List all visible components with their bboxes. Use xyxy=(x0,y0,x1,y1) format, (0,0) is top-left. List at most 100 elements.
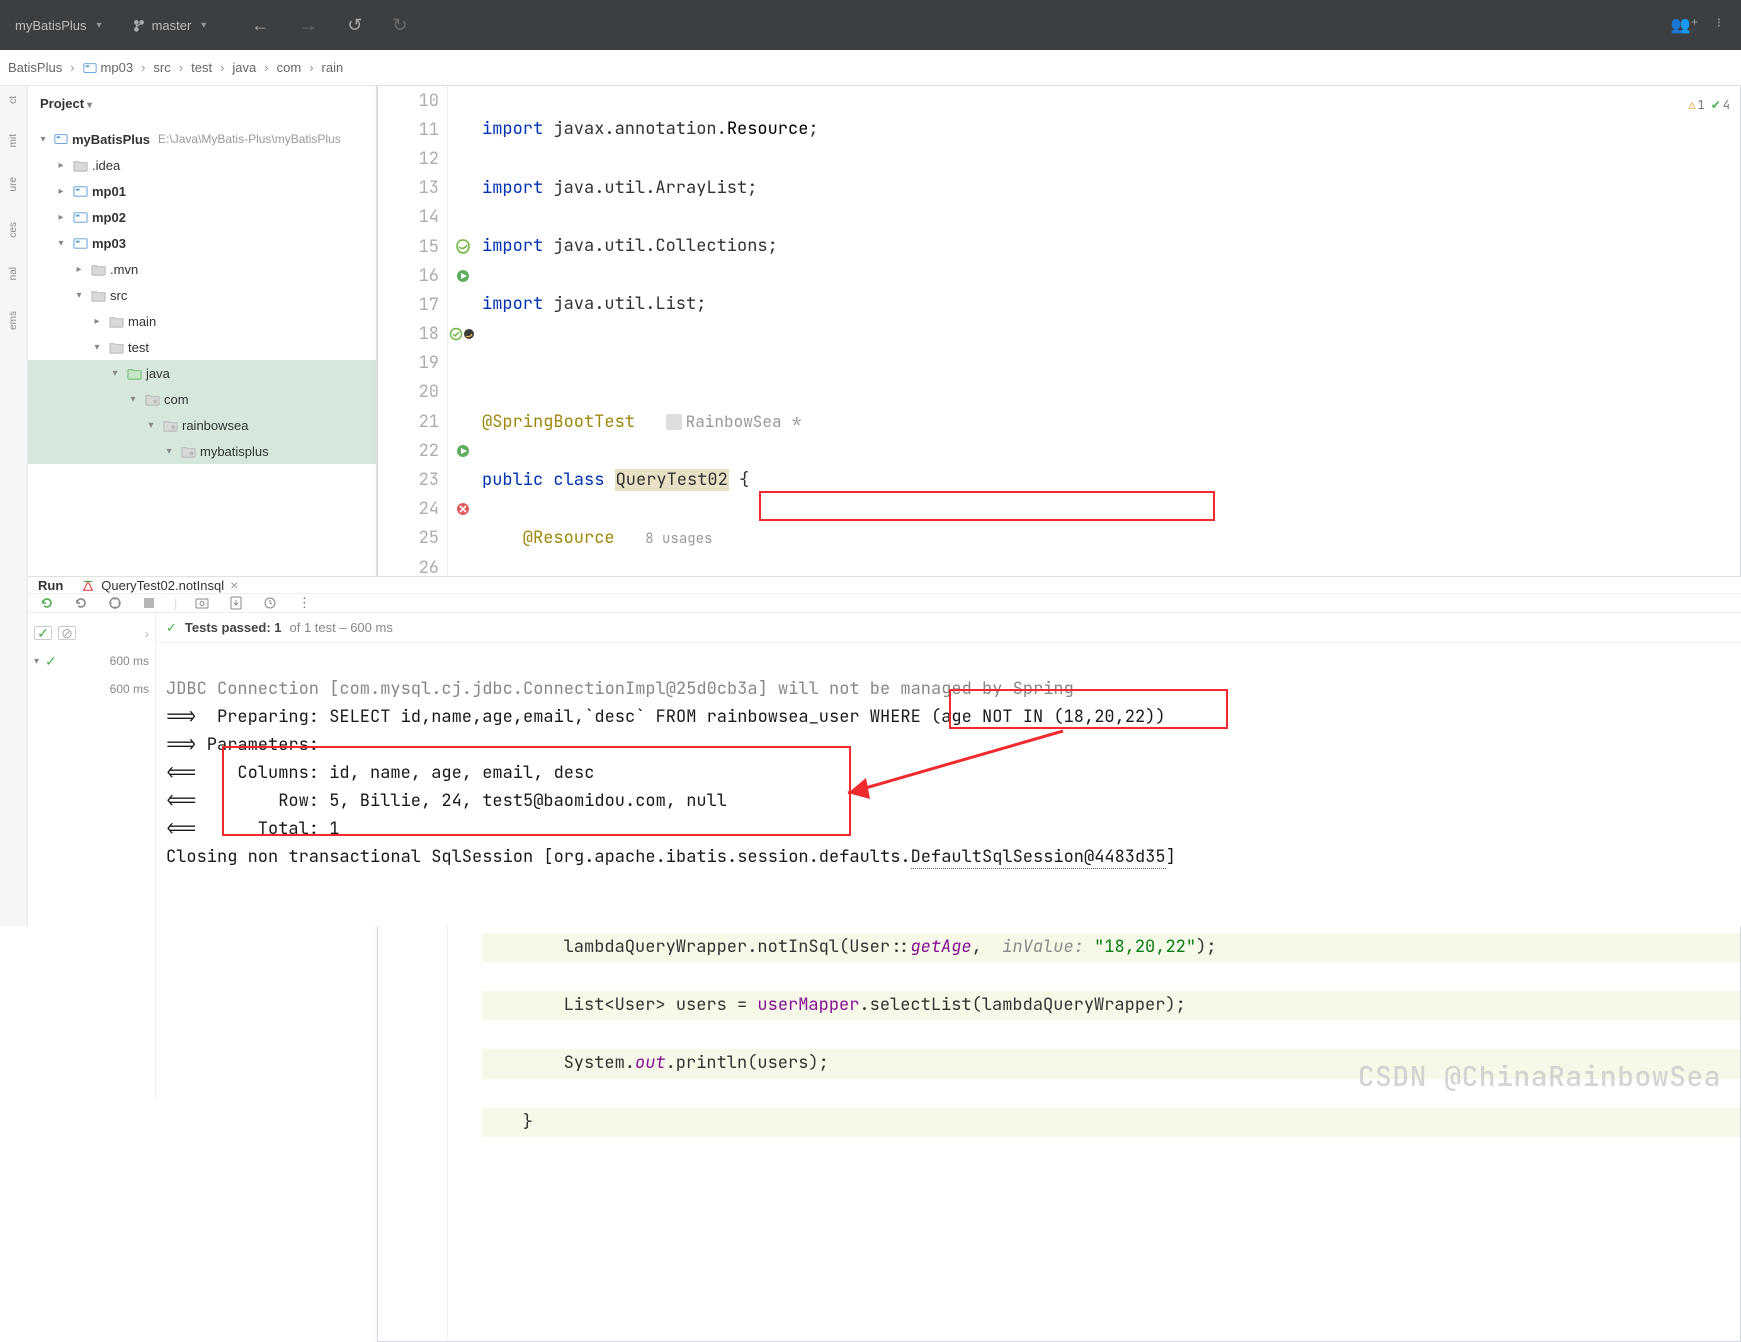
tool-problems[interactable]: ems xyxy=(8,311,19,330)
line-number[interactable]: 16 xyxy=(378,261,447,290)
close-icon[interactable]: × xyxy=(230,577,238,593)
test-result-row[interactable]: 600 ms xyxy=(34,675,149,703)
line-number[interactable]: 10 xyxy=(378,86,447,115)
module-icon xyxy=(83,61,97,75)
line-number[interactable]: 17 xyxy=(378,290,447,319)
export-button[interactable] xyxy=(227,594,245,612)
watermark: CSDN @ChinaRainbowSea xyxy=(1358,1063,1721,1091)
tree-node[interactable]: com xyxy=(28,386,376,412)
gutter-icon-slot xyxy=(448,203,478,232)
pkg-icon xyxy=(144,391,160,407)
folder-icon xyxy=(108,313,124,329)
tool-project[interactable]: ct xyxy=(8,96,19,104)
breadcrumb-item[interactable]: rain xyxy=(322,60,344,75)
console-line: JDBC Connection [com.mysql.cj.jdbc.Conne… xyxy=(166,678,1074,700)
tool-services[interactable]: ces xyxy=(8,222,19,238)
test-result-row[interactable]: ▾✓600 ms xyxy=(34,647,149,675)
breadcrumb-item[interactable]: java xyxy=(232,60,256,75)
tree-node[interactable]: rainbowsea xyxy=(28,412,376,438)
forward-button[interactable]: → xyxy=(299,15,317,36)
breadcrumb-item[interactable]: com xyxy=(277,60,302,75)
tree-node[interactable]: test xyxy=(28,334,376,360)
gutter-icon-slot xyxy=(448,465,478,494)
tool-commit[interactable]: mit xyxy=(8,134,19,147)
console-output[interactable]: JDBC Connection [com.mysql.cj.jdbc.Conne… xyxy=(156,643,1741,1099)
show-ignored-toggle[interactable]: ⊘ xyxy=(58,626,76,640)
tree-node[interactable]: main xyxy=(28,308,376,334)
project-pane-header[interactable]: Project xyxy=(28,86,376,122)
show-passed-toggle[interactable]: ✓ xyxy=(34,626,52,640)
module-icon xyxy=(72,235,88,251)
screenshot-button[interactable] xyxy=(193,594,211,612)
line-number[interactable]: 13 xyxy=(378,174,447,203)
tree-node[interactable]: mybatisplus xyxy=(28,438,376,464)
line-number[interactable]: 12 xyxy=(378,144,447,173)
line-number[interactable]: 22 xyxy=(378,436,447,465)
title-bar: myBatisPlus master ← → ↺ ↻ 👥⁺ ⁝ xyxy=(0,0,1741,50)
run-tab[interactable]: Run xyxy=(38,578,63,593)
undo-button[interactable]: ↺ xyxy=(347,15,362,36)
line-number[interactable]: 18 xyxy=(378,320,447,349)
tree-root[interactable]: myBatisPlus E:\Java\MyBatis-Plus\myBatis… xyxy=(28,126,376,152)
branch-selector[interactable]: master xyxy=(132,18,207,33)
run-tool-window: Run QueryTest02.notInsql × | ⋮ ✓ ⊘ xyxy=(28,576,1741,926)
line-number[interactable]: 11 xyxy=(378,115,447,144)
stop-button[interactable] xyxy=(140,594,158,612)
line-number[interactable]: 24 xyxy=(378,495,447,524)
breadcrumb-item[interactable]: BatisPlus xyxy=(8,60,62,75)
line-number[interactable]: 19 xyxy=(378,349,447,378)
gutter-icon-slot[interactable] xyxy=(448,232,478,261)
toggle-auto-button[interactable] xyxy=(106,594,124,612)
avatar-icon xyxy=(666,414,682,430)
collaborate-icon[interactable]: 👥⁺ xyxy=(1670,15,1698,35)
tool-structure[interactable]: ure xyxy=(8,177,19,191)
redo-button[interactable]: ↻ xyxy=(392,15,407,36)
line-number[interactable]: 25 xyxy=(378,524,447,553)
nav-buttons: ← → ↺ ↻ xyxy=(251,15,407,36)
gutter-icon-slot xyxy=(448,144,478,173)
rerun-failed-button[interactable] xyxy=(72,594,90,612)
line-number[interactable]: 21 xyxy=(378,407,447,436)
project-selector[interactable]: myBatisPlus xyxy=(0,12,117,39)
console-line: ==> Preparing: SELECT id,name,age,email,… xyxy=(166,706,1166,728)
breadcrumb-item[interactable]: src xyxy=(153,60,170,75)
branch-icon xyxy=(132,18,146,32)
breadcrumb-item[interactable]: mp03 xyxy=(83,60,134,75)
more-button[interactable]: ⋮ xyxy=(295,594,313,612)
back-button[interactable]: ← xyxy=(251,15,269,36)
tree-node[interactable]: mp02 xyxy=(28,204,376,230)
rerun-button[interactable] xyxy=(38,594,56,612)
gutter-icon-slot[interactable] xyxy=(448,320,478,349)
gutter-icon-slot xyxy=(448,86,478,115)
line-number[interactable]: 15 xyxy=(378,232,447,261)
console-line: <== Row: 5, Billie, 24, test5@baomidou.c… xyxy=(166,790,727,812)
tree-node[interactable]: .idea xyxy=(28,152,376,178)
line-number[interactable]: 14 xyxy=(378,203,447,232)
tree-node[interactable]: .mvn xyxy=(28,256,376,282)
tool-terminal[interactable]: nal xyxy=(8,267,19,280)
breadcrumb-item[interactable]: test xyxy=(191,60,212,75)
test-status-bar: ✓ Tests passed: 1 of 1 test – 600 ms xyxy=(156,613,1741,643)
line-number[interactable]: 23 xyxy=(378,465,447,494)
gutter-icon-slot xyxy=(448,378,478,407)
tree-node[interactable]: mp01 xyxy=(28,178,376,204)
gutter-icon-slot[interactable] xyxy=(448,261,478,290)
run-config-tab[interactable]: QueryTest02.notInsql × xyxy=(81,577,238,593)
run-toolbar: | ⋮ xyxy=(28,594,1741,613)
line-number[interactable]: 20 xyxy=(378,378,447,407)
more-icon[interactable]: ⁝ xyxy=(1717,15,1721,35)
history-button[interactable] xyxy=(261,594,279,612)
check-icon: ✓ xyxy=(166,620,177,636)
tree-node[interactable]: src xyxy=(28,282,376,308)
test-tree: ✓ ⊘ › ▾✓600 ms 600 ms xyxy=(28,613,156,1099)
tree-node[interactable]: java xyxy=(28,360,376,386)
annotation-arrow xyxy=(828,723,1088,813)
gutter-icon-slot[interactable] xyxy=(448,436,478,465)
console-line: <== Columns: id, name, age, email, desc xyxy=(166,762,594,784)
gutter-icon-slot[interactable] xyxy=(448,495,478,524)
inspection-widget[interactable]: 1 4 xyxy=(1688,91,1730,120)
folder-icon xyxy=(90,261,106,277)
gutter-icon-slot xyxy=(448,407,478,436)
tree-node[interactable]: mp03 xyxy=(28,230,376,256)
pkg-icon xyxy=(180,443,196,459)
